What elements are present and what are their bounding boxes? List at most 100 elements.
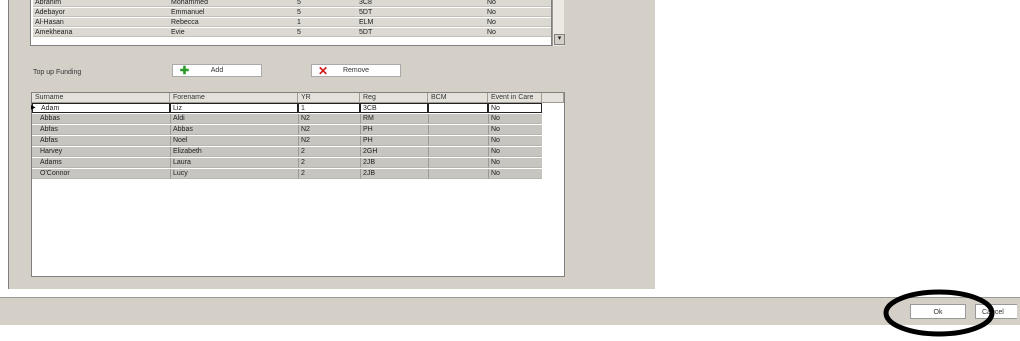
remove-button-label: Remove — [342, 67, 370, 74]
cell-event-in-care: No — [485, 8, 551, 17]
cell-reg: PH — [360, 125, 428, 135]
cell-surname: Harvey — [32, 147, 170, 157]
table-row[interactable]: Abrahim Mohammed 5 3C8 No — [31, 0, 553, 7]
remove-button[interactable]: ✕ Remove — [311, 64, 401, 77]
table-row[interactable]: Abbas Aldi N2 RM No — [32, 114, 564, 124]
top-table-body: Abrahim Mohammed 5 3C8 No Adebayor Emmanuel 5 5D… — [31, 0, 553, 40]
plus-icon: ✚ — [179, 65, 190, 77]
column-header-event-in-care[interactable]: Event in Care — [488, 93, 542, 103]
cell-bcm[interactable] — [428, 103, 488, 113]
cell-reg: 2JB — [360, 158, 428, 168]
cell-event-in-care[interactable]: No — [488, 103, 542, 113]
table-row[interactable]: Amekheana Evie 5 5DT No — [31, 28, 553, 37]
cell-surname: O'Connor — [32, 169, 170, 179]
cell-yr: 1 — [295, 18, 357, 27]
top-students-table: Abrahim Mohammed 5 3C8 No Adebayor Emmanuel 5 5D… — [30, 0, 552, 46]
cell-event-in-care: No — [485, 28, 551, 37]
table-row[interactable]: O'Connor Lucy 2 2JB No — [32, 169, 564, 179]
cell-reg: PH — [360, 136, 428, 146]
top-up-funding-table-body: Adam Liz 1 3CB No ▶ Abbas Aldi N2 RM No Abfas Abbas N… — [31, 103, 564, 203]
cell-yr: 2 — [298, 158, 360, 168]
cell-event-in-care: No — [488, 136, 542, 146]
cell-forename[interactable]: Liz — [170, 103, 298, 113]
cell-bcm — [428, 169, 488, 179]
cell-forename: Emmanuel — [169, 8, 295, 17]
cell-bcm — [425, 28, 485, 37]
cell-reg: 5DT — [357, 8, 425, 17]
column-header-bcm[interactable]: BCM — [428, 93, 488, 103]
cell-reg: 2JB — [360, 169, 428, 179]
top-up-funding-label: Top up Funding — [33, 69, 82, 76]
cell-yr: 5 — [295, 28, 357, 37]
cell-yr: 2 — [298, 147, 360, 157]
cell-reg: 2GH — [360, 147, 428, 157]
cell-yr: N2 — [298, 136, 360, 146]
cell-bcm — [428, 125, 488, 135]
cell-event-in-care: No — [488, 147, 542, 157]
cell-surname: Amekheana — [33, 28, 171, 37]
cell-surname: Al-Hasan — [33, 18, 171, 27]
cell-yr: N2 — [298, 114, 360, 124]
cell-reg: 5DT — [357, 28, 425, 37]
cell-forename: Mohammed — [169, 0, 295, 7]
cell-bcm — [425, 18, 485, 27]
table-row[interactable]: Adebayor Emmanuel 5 5DT No — [31, 8, 553, 17]
cell-yr: N2 — [298, 125, 360, 135]
cell-event-in-care: No — [485, 18, 551, 27]
cell-forename: Lucy — [170, 169, 298, 179]
table-row[interactable]: Adams Laura 2 2JB No — [32, 158, 564, 168]
cell-forename: Abbas — [170, 125, 298, 135]
x-icon: ✕ — [317, 64, 329, 78]
top-table-scrollbar[interactable]: ▾ — [552, 0, 565, 46]
cell-surname[interactable]: Adam — [32, 103, 170, 113]
cell-event-in-care: No — [488, 125, 542, 135]
cell-bcm — [428, 158, 488, 168]
table-row[interactable]: Abfas Noel N2 PH No — [32, 136, 564, 146]
cell-forename: Elizabeth — [170, 147, 298, 157]
cell-yr: 2 — [298, 169, 360, 179]
cell-bcm — [428, 114, 488, 124]
column-header-filler — [542, 93, 564, 103]
cell-yr[interactable]: 1 — [298, 103, 360, 113]
column-header-reg[interactable]: Reg — [360, 93, 428, 103]
column-header-yr[interactable]: YR — [298, 93, 360, 103]
cell-bcm — [425, 0, 485, 7]
table-row-selected[interactable]: Adam Liz 1 3CB No ▶ — [31, 103, 564, 113]
cell-reg: RM — [360, 114, 428, 124]
table-row[interactable]: Abfas Abbas N2 PH No — [32, 125, 564, 135]
highlight-circle — [883, 289, 995, 337]
scroll-down-arrow-icon[interactable]: ▾ — [554, 34, 565, 45]
cell-event-in-care: No — [485, 0, 551, 7]
dialog-button-bar: Ok Cancel — [0, 297, 1020, 325]
cell-reg[interactable]: 3CB — [360, 103, 428, 113]
cell-forename: Laura — [170, 158, 298, 168]
cell-forename: Evie — [169, 28, 295, 37]
cell-surname: Adebayor — [33, 8, 171, 17]
table-row[interactable]: Al-Hasan Rebecca 1 ELM No — [31, 18, 553, 27]
cell-yr: 5 — [295, 8, 357, 17]
table-row[interactable]: Harvey Elizabeth 2 2GH No — [32, 147, 564, 157]
add-button-label: Add — [210, 67, 224, 74]
row-pointer-icon: ▶ — [31, 105, 36, 111]
cell-reg: ELM — [357, 18, 425, 27]
cell-reg: 3C8 — [357, 0, 425, 7]
cell-forename: Aldi — [170, 114, 298, 124]
cell-forename: Rebecca — [169, 18, 295, 27]
cell-event-in-care: No — [488, 158, 542, 168]
cell-event-in-care: No — [488, 114, 542, 124]
cell-bcm — [425, 8, 485, 17]
top-up-funding-table: Surname Forename YR Reg BCM Event in Car… — [31, 92, 565, 277]
cell-surname: Abfas — [32, 136, 170, 146]
cell-surname: Abbas — [32, 114, 170, 124]
column-header-forename[interactable]: Forename — [170, 93, 298, 103]
cell-surname: Abrahim — [33, 0, 171, 7]
cell-bcm — [428, 136, 488, 146]
cell-forename: Noel — [170, 136, 298, 146]
cell-yr: 5 — [295, 0, 357, 7]
column-header-surname[interactable]: Surname — [32, 93, 170, 103]
add-button[interactable]: ✚ Add — [172, 64, 262, 77]
cell-surname: Adams — [32, 158, 170, 168]
cell-surname: Abfas — [32, 125, 170, 135]
cell-event-in-care: No — [488, 169, 542, 179]
cell-bcm — [428, 147, 488, 157]
